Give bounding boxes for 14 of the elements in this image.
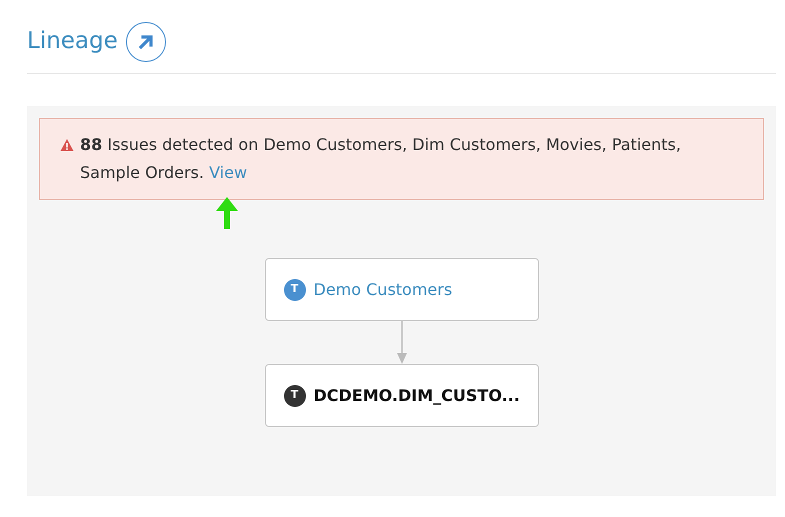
connector-arrow [396, 321, 408, 364]
pointer-arrow-icon [216, 197, 238, 231]
node-label: DCDEMO.DIM_CUSTO... [314, 384, 520, 407]
lineage-node[interactable]: T Demo Customers [264, 258, 538, 321]
table-type-badge: T [284, 384, 306, 406]
issues-message: 88 Issues detected on Demo Customers, Dim Customers, Movies, Patients, Sample Orders. View [80, 134, 682, 184]
page-title: Lineage [27, 28, 118, 56]
view-link[interactable]: View [209, 163, 248, 182]
warning-icon [60, 138, 74, 152]
table-type-badge: T [284, 278, 306, 300]
node-label: Demo Customers [314, 278, 452, 300]
open-external-button[interactable] [126, 22, 166, 62]
lineage-node[interactable]: T DCDEMO.DIM_CUSTO... [264, 364, 538, 427]
arrow-icon [136, 33, 155, 51]
